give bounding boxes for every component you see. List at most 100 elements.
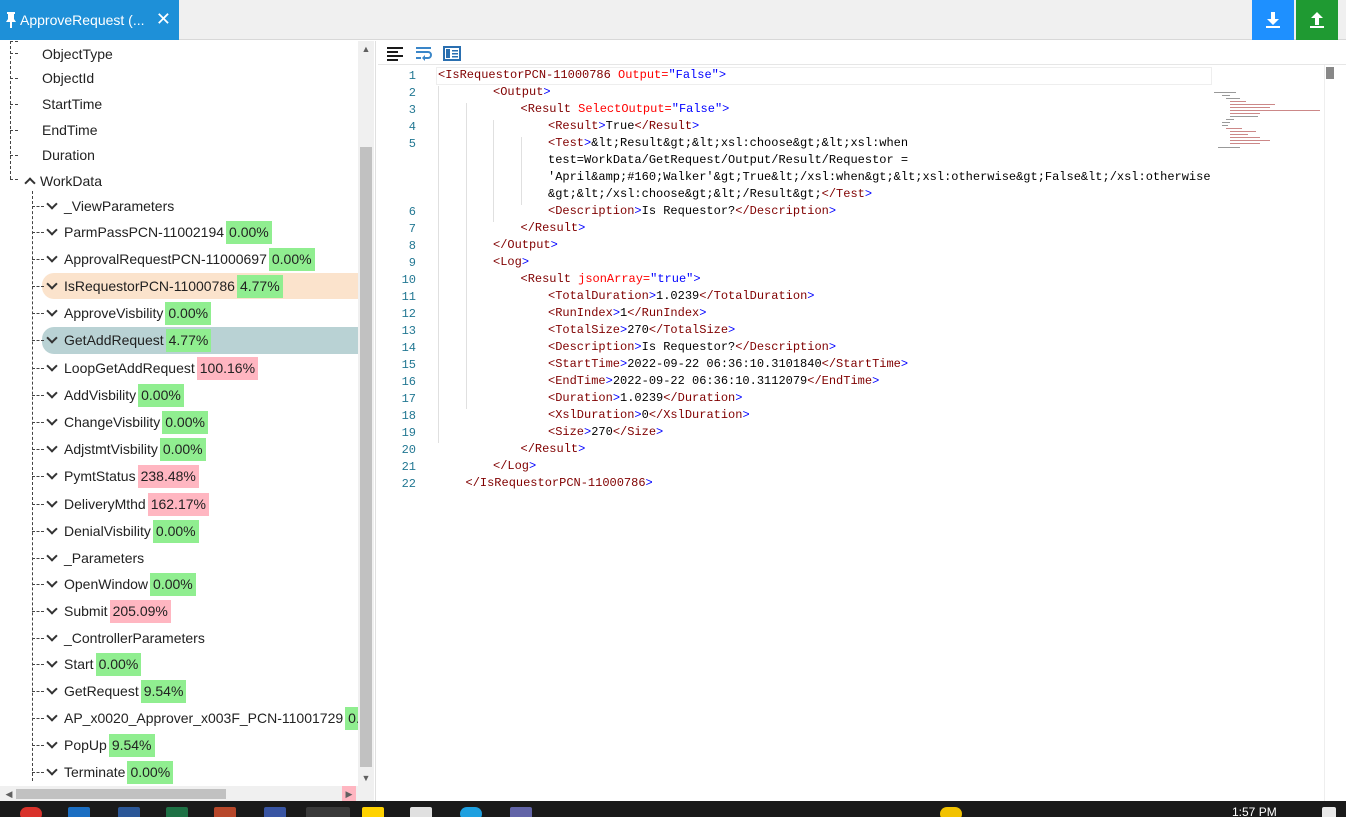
tree-node[interactable]: IsRequestorPCN-11000786 4.77% xyxy=(46,273,283,299)
chevron-down-icon[interactable] xyxy=(46,200,58,212)
notepad-icon[interactable] xyxy=(410,807,432,817)
code-line: <Result jsonArray="true"> xyxy=(520,272,701,286)
chevron-down-icon[interactable] xyxy=(46,658,58,670)
tree-node[interactable]: ChangeVisbility 0.00% xyxy=(46,409,208,435)
tree-node[interactable]: AddVisbility 0.00% xyxy=(46,382,184,408)
line-number: 6 xyxy=(408,205,416,219)
tree-node[interactable]: GetRequest 9.54% xyxy=(46,678,187,704)
code-minimap[interactable] xyxy=(1214,90,1324,150)
tree-leaf-label: Duration xyxy=(42,147,95,163)
tree-node[interactable]: AP_x0020_Approver_x003F_PCN-110017290.0 xyxy=(46,705,358,731)
tree-node[interactable]: _ControllerParameters xyxy=(46,625,205,651)
explorer-icon[interactable] xyxy=(362,807,384,817)
weather-icon[interactable] xyxy=(940,807,962,817)
ie-icon[interactable] xyxy=(460,807,482,817)
tree-node-label: Submit xyxy=(64,603,108,619)
chevron-down-icon[interactable] xyxy=(46,605,58,617)
percentage-badge: 0.00% xyxy=(226,220,272,244)
chevron-down-icon[interactable] xyxy=(46,498,58,510)
chevron-down-icon[interactable] xyxy=(46,578,58,590)
tree-connector xyxy=(10,78,18,79)
tree-leaf[interactable]: Duration xyxy=(36,142,95,168)
chevron-down-icon[interactable] xyxy=(46,685,58,697)
tree-node[interactable]: PymtStatus 238.48% xyxy=(46,463,199,489)
tree-leaf[interactable]: EndTime xyxy=(36,117,98,143)
scroll-left-icon[interactable]: ◀ xyxy=(2,786,16,802)
tree-node[interactable]: Submit 205.09% xyxy=(46,598,171,624)
format-align-icon[interactable] xyxy=(386,45,404,61)
scroll-down-icon[interactable]: ▼ xyxy=(358,770,374,786)
tree-node-label: GetRequest xyxy=(64,683,139,699)
chevron-up-icon[interactable] xyxy=(24,175,36,187)
tree-node[interactable]: GetAddRequest 4.77% xyxy=(46,327,212,353)
tree-node-label: ChangeVisbility xyxy=(64,414,161,430)
tree-node[interactable]: AdjstmtVisbility 0.00% xyxy=(46,436,206,462)
tree-node[interactable]: OpenWindow 0.00% xyxy=(46,571,196,597)
scrollbar-thumb[interactable] xyxy=(16,789,226,799)
chevron-down-icon[interactable] xyxy=(46,280,58,292)
download-button[interactable] xyxy=(1252,0,1294,40)
tree-node[interactable]: DenialVisbility 0.00% xyxy=(46,518,199,544)
panel-view-icon[interactable] xyxy=(443,45,461,61)
tree-connector xyxy=(32,476,44,477)
chrome-icon[interactable] xyxy=(20,807,42,817)
tree-leaf[interactable]: ObjectId xyxy=(36,65,94,91)
chevron-down-icon[interactable] xyxy=(46,362,58,374)
tree-leaf[interactable]: ObjectType xyxy=(36,41,113,67)
chevron-down-icon[interactable] xyxy=(46,226,58,238)
scrollbar-thumb[interactable] xyxy=(1326,67,1334,79)
word-icon[interactable] xyxy=(118,807,140,817)
close-icon[interactable]: ✕ xyxy=(156,10,171,28)
scrollbar-thumb[interactable] xyxy=(360,147,372,767)
line-number: 17 xyxy=(401,392,416,406)
tree-node[interactable]: Terminate 0.00% xyxy=(46,759,174,785)
chevron-down-icon[interactable] xyxy=(46,739,58,751)
chevron-down-icon[interactable] xyxy=(46,525,58,537)
tree-node[interactable]: _Parameters xyxy=(46,545,144,571)
word-wrap-icon[interactable] xyxy=(415,45,433,61)
tree-node[interactable]: LoopGetAddRequest 100.16% xyxy=(46,355,259,381)
code-area[interactable]: 1 <IsRequestorPCN-11000786 Output="False"… xyxy=(378,65,1320,801)
chevron-down-icon[interactable] xyxy=(46,552,58,564)
upload-button[interactable] xyxy=(1296,0,1338,40)
tab-approve-request[interactable]: ApproveRequest (... ✕ xyxy=(0,0,179,40)
chevron-down-icon[interactable] xyxy=(46,253,58,265)
tree-leaf[interactable]: StartTime xyxy=(36,91,102,117)
tab-title: ApproveRequest (... xyxy=(20,12,145,28)
chevron-down-icon[interactable] xyxy=(46,470,58,482)
tree-node[interactable]: _ViewParameters xyxy=(46,193,174,219)
chevron-down-icon[interactable] xyxy=(46,334,58,346)
tree-horizontal-scrollbar[interactable]: ◀ ▶ xyxy=(0,786,358,802)
powerpoint-icon[interactable] xyxy=(214,807,236,817)
excel-icon[interactable] xyxy=(166,807,188,817)
chevron-down-icon[interactable] xyxy=(46,632,58,644)
taskbar-clock[interactable]: 1:57 PM xyxy=(1232,805,1277,817)
tree-node[interactable]: Start 0.00% xyxy=(46,651,142,677)
chevron-down-icon[interactable] xyxy=(46,307,58,319)
scroll-up-icon[interactable]: ▲ xyxy=(358,41,374,57)
editor-vertical-scrollbar[interactable] xyxy=(1324,65,1338,801)
chevron-down-icon[interactable] xyxy=(46,766,58,778)
active-app-icon[interactable] xyxy=(306,807,350,817)
chevron-down-icon[interactable] xyxy=(46,389,58,401)
tree-node[interactable]: DeliveryMthd 162.17% xyxy=(46,491,209,517)
percentage-badge: 205.09% xyxy=(109,599,171,623)
editor-toolbar xyxy=(378,41,1346,65)
teams-icon[interactable] xyxy=(264,807,286,817)
tree-node[interactable]: ParmPassPCN-11002194 0.00% xyxy=(46,219,272,245)
notification-icon[interactable] xyxy=(1322,807,1336,817)
tree-node[interactable]: ApproveVisbility 0.00% xyxy=(46,300,212,326)
edge-icon[interactable] xyxy=(68,807,90,817)
chat-icon[interactable] xyxy=(510,807,532,817)
chevron-down-icon[interactable] xyxy=(46,416,58,428)
tree-node-workdata[interactable]: WorkData xyxy=(24,168,102,194)
chevron-down-icon[interactable] xyxy=(46,443,58,455)
tree-node[interactable]: PopUp 9.54% xyxy=(46,732,155,758)
chevron-down-icon[interactable] xyxy=(46,712,58,724)
scroll-right-icon[interactable]: ▶ xyxy=(342,786,356,802)
tree-node[interactable]: ApprovalRequestPCN-11000697 0.00% xyxy=(46,246,315,272)
code-line: </Output> xyxy=(493,238,558,252)
tree-vertical-scrollbar[interactable]: ▲ ▼ xyxy=(358,41,374,786)
tree-connector xyxy=(32,232,44,233)
pin-icon[interactable] xyxy=(4,11,18,29)
